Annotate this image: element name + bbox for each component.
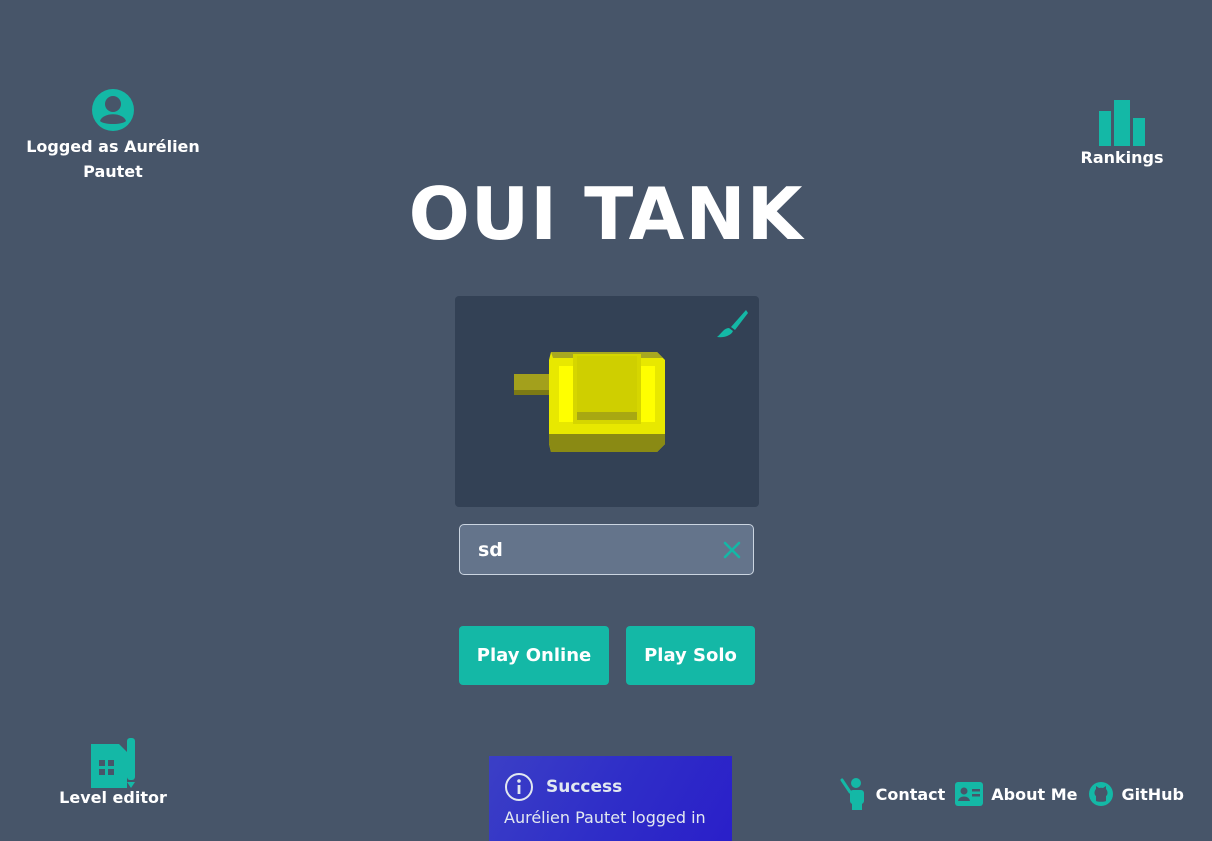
contact-link[interactable]: Contact: [840, 778, 946, 810]
contact-person-icon: [840, 778, 864, 810]
bar-chart-icon: [1099, 100, 1145, 146]
level-editor-icon: [91, 738, 135, 788]
game-title: OUI TANK: [408, 172, 804, 256]
player-name-input[interactable]: [460, 525, 728, 574]
contact-label: Contact: [875, 784, 946, 804]
tank-preview: [455, 296, 759, 507]
id-card-icon: [955, 782, 984, 806]
player-name-field: [459, 524, 754, 575]
play-online-button[interactable]: Play Online: [459, 626, 609, 685]
github-icon: [1088, 782, 1113, 806]
user-circle-icon: [92, 89, 134, 131]
github-label: GitHub: [1121, 784, 1185, 804]
rankings-label: Rankings: [1080, 148, 1164, 167]
tank-sprite: [514, 352, 665, 452]
footer-links: Contact About Me GitHub: [840, 778, 1184, 810]
success-toast[interactable]: Success Aurélien Pautet logged in: [489, 756, 732, 841]
github-link[interactable]: GitHub: [1088, 781, 1185, 807]
level-editor-link[interactable]: Level editor: [56, 738, 170, 807]
toast-message: Aurélien Pautet logged in: [504, 808, 706, 827]
close-icon[interactable]: [723, 541, 741, 559]
info-icon: [505, 773, 533, 801]
paintbrush-icon[interactable]: [713, 308, 749, 340]
about-me-label: About Me: [991, 784, 1078, 804]
toast-title: Success: [546, 777, 623, 797]
user-profile[interactable]: Logged as Aurélien Pautet: [22, 88, 204, 184]
level-editor-label: Level editor: [59, 788, 167, 807]
about-me-link[interactable]: About Me: [955, 782, 1078, 806]
rankings-link[interactable]: Rankings: [1072, 100, 1172, 167]
play-solo-button[interactable]: Play Solo: [626, 626, 755, 685]
